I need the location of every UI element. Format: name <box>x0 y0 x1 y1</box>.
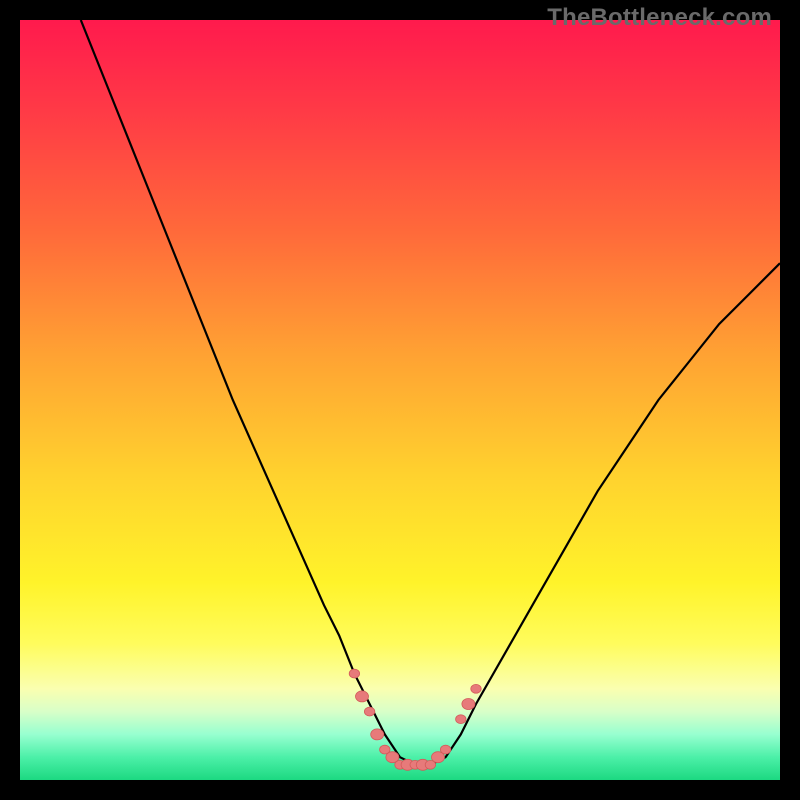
curve-marker <box>440 745 450 754</box>
curve-marker <box>462 699 475 710</box>
curve-marker <box>364 707 374 716</box>
plot-area <box>20 20 780 780</box>
curve-marker <box>356 691 369 702</box>
chart-frame: TheBottleneck.com <box>0 0 800 800</box>
curve-marker <box>371 729 384 740</box>
curve-marker <box>349 669 359 678</box>
marker-group <box>349 669 481 770</box>
curve-marker <box>471 684 481 693</box>
marker-layer <box>20 20 780 780</box>
curve-marker <box>456 715 466 724</box>
watermark-label: TheBottleneck.com <box>547 4 772 32</box>
